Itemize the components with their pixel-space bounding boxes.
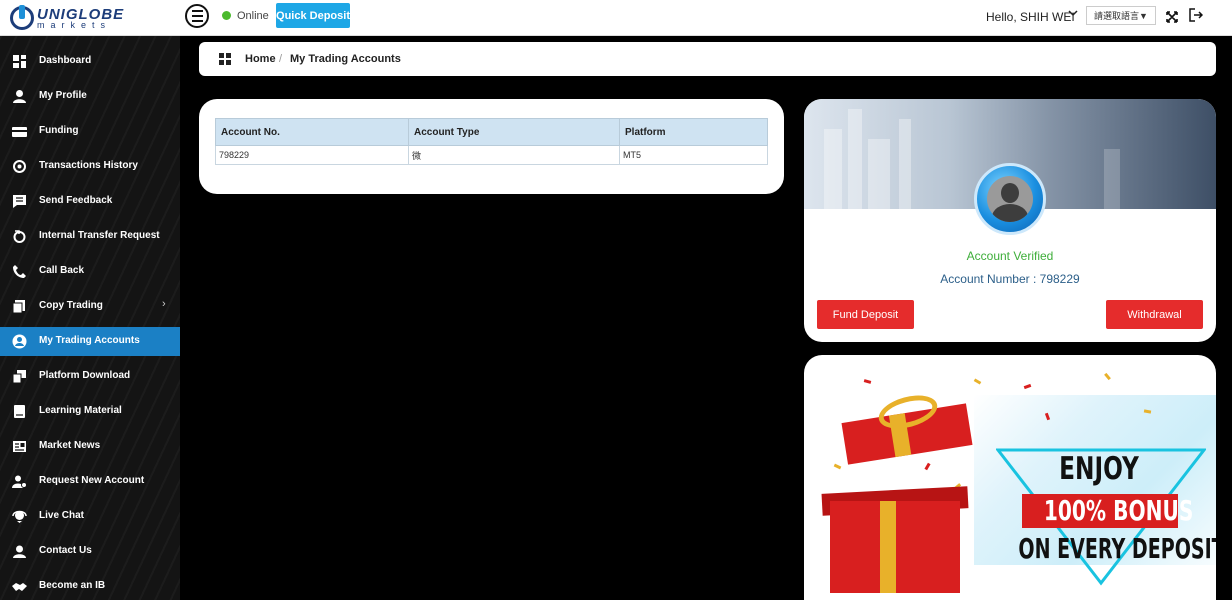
- transfer-icon: [13, 230, 26, 243]
- sidebar-item-label: Live Chat: [39, 510, 85, 521]
- table-cell: MT5: [619, 145, 768, 165]
- sidebar-item-contact-us[interactable]: Contact Us: [0, 537, 180, 566]
- trading-accounts-card: Account No. Account Type Platform 798229…: [199, 99, 784, 194]
- sidebar-item-my-trading-accounts[interactable]: My Trading Accounts: [0, 327, 180, 356]
- column-header[interactable]: Account No.: [215, 118, 409, 146]
- menu-toggle-button[interactable]: [185, 4, 209, 28]
- contact-icon: [13, 545, 26, 558]
- download-icon: [12, 370, 26, 384]
- language-select[interactable]: 請選取語言▼: [1086, 6, 1156, 25]
- sidebar-item-label: Transactions History: [39, 160, 138, 171]
- breadcrumb: Home / My Trading Accounts: [199, 42, 1216, 76]
- user-greeting[interactable]: Hello, SHIH WEI: [986, 10, 1075, 24]
- sidebar-item-label: Contact Us: [39, 545, 92, 556]
- sidebar-item-funding[interactable]: Funding: [0, 117, 180, 146]
- sidebar-item-market-news[interactable]: Market News: [0, 432, 180, 461]
- sidebar-item-label: Internal Transfer Request: [39, 230, 160, 241]
- sidebar-item-label: My Trading Accounts: [39, 335, 140, 346]
- sidebar-item-transactions-history[interactable]: Transactions History: [0, 152, 180, 181]
- sidebar-item-label: Become an IB: [39, 580, 106, 591]
- breadcrumb-current: My Trading Accounts: [290, 53, 401, 65]
- sidebar-item-call-back[interactable]: Call Back: [0, 257, 180, 286]
- online-status-icon: [222, 11, 231, 20]
- table-cell: 微: [408, 145, 620, 165]
- column-header[interactable]: Account Type: [408, 118, 620, 146]
- logo[interactable]: UNIGLOBE markets: [10, 4, 124, 32]
- user-icon: [13, 90, 26, 103]
- gift-box-image: [830, 501, 960, 593]
- column-header[interactable]: Platform: [619, 118, 768, 146]
- sidebar-item-learning-material[interactable]: Learning Material: [0, 397, 180, 426]
- fund-deposit-button[interactable]: Fund Deposit: [817, 300, 914, 329]
- account-icon: [12, 334, 27, 349]
- logout-icon[interactable]: [1189, 8, 1204, 22]
- sidebar-item-become-an-ib[interactable]: Become an IB: [0, 572, 180, 600]
- wallet-icon: [12, 127, 27, 137]
- breadcrumb-separator: /: [279, 53, 283, 65]
- sidebar-item-request-new-account[interactable]: Request New Account: [0, 467, 180, 496]
- sidebar: Dashboard My Profile Funding Transaction…: [0, 36, 180, 600]
- sidebar-item-label: My Profile: [39, 90, 87, 101]
- sidebar-item-label: Learning Material: [39, 405, 122, 416]
- account-verified-text: Account Verified: [966, 249, 1054, 263]
- table-row: 798229 微 MT5: [215, 145, 768, 165]
- promo-line-every-deposit: ON EVERY DEPOSIT: [1018, 532, 1216, 565]
- sidebar-item-label: Copy Trading: [39, 300, 103, 311]
- quick-deposit-button[interactable]: Quick Deposit: [276, 3, 350, 28]
- fullscreen-icon[interactable]: [1166, 10, 1178, 23]
- phone-icon: [13, 265, 26, 278]
- sidebar-item-label: Market News: [39, 440, 101, 451]
- sidebar-item-dashboard[interactable]: Dashboard: [0, 47, 180, 76]
- handshake-icon: [12, 583, 27, 591]
- promo-banner[interactable]: ENJOY 100% BONUS ON EVERY DEPOSIT: [804, 355, 1216, 600]
- chevron-right-icon[interactable]: ›: [162, 298, 166, 310]
- account-number-text: Account Number : 798229: [940, 272, 1080, 286]
- online-status-text: Online: [237, 10, 269, 22]
- sidebar-item-send-feedback[interactable]: Send Feedback: [0, 187, 180, 216]
- trading-accounts-table: Account No. Account Type Platform 798229…: [215, 118, 768, 165]
- add-user-icon: [12, 475, 27, 488]
- promo-line-bonus: 100% BONUS: [1043, 494, 1194, 527]
- withdrawal-button[interactable]: Withdrawal: [1106, 300, 1203, 329]
- news-icon: [13, 441, 26, 452]
- grid-icon: [219, 53, 231, 65]
- chat-icon: [12, 510, 27, 523]
- sidebar-item-label: Dashboard: [39, 55, 92, 66]
- sidebar-item-platform-download[interactable]: Platform Download: [0, 362, 180, 391]
- table-cell: 798229: [215, 145, 409, 165]
- logo-mark-icon: [10, 5, 34, 30]
- sidebar-item-label: Request New Account: [39, 475, 145, 486]
- breadcrumb-home-link[interactable]: Home: [245, 53, 276, 65]
- sidebar-item-label: Call Back: [39, 265, 85, 276]
- sidebar-item-label: Funding: [39, 125, 79, 136]
- sidebar-item-internal-transfer-request[interactable]: Internal Transfer Request: [0, 222, 180, 251]
- history-icon: [13, 160, 26, 173]
- sidebar-item-my-profile[interactable]: My Profile: [0, 82, 180, 111]
- sidebar-item-label: Send Feedback: [39, 195, 113, 206]
- copy-icon: [12, 300, 25, 314]
- avatar: [974, 163, 1046, 235]
- sidebar-item-copy-trading[interactable]: Copy Trading ›: [0, 292, 180, 321]
- sidebar-item-live-chat[interactable]: Live Chat: [0, 502, 180, 531]
- promo-line-enjoy: ENJOY: [1059, 451, 1139, 487]
- chevron-down-icon[interactable]: [1068, 8, 1078, 21]
- book-icon: [14, 405, 25, 418]
- top-bar: UNIGLOBE markets Online Quick Deposit He…: [0, 0, 1232, 36]
- profile-card: Account Verified Account Number : 798229…: [804, 99, 1216, 342]
- feedback-icon: [13, 195, 26, 208]
- sidebar-item-label: Platform Download: [39, 370, 131, 381]
- dashboard-icon: [13, 55, 26, 68]
